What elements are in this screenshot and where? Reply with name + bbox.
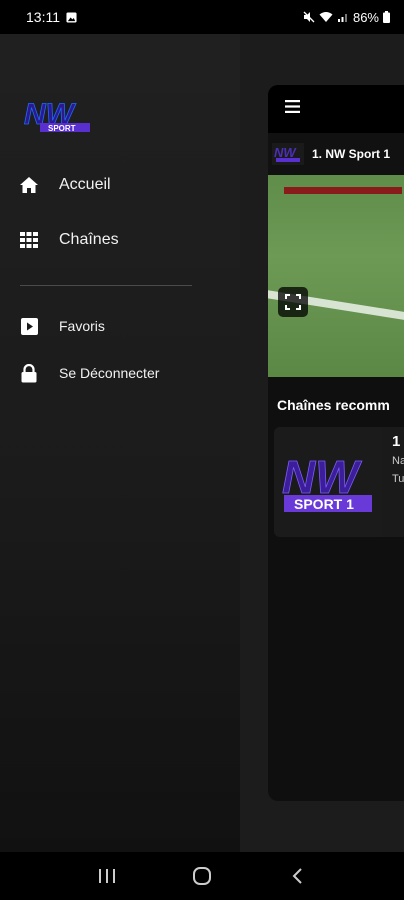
home-circle-icon	[192, 867, 211, 885]
channel-card-thumbnail: NW SPORT 1	[274, 427, 382, 537]
navigation-drawer: NW SPORT Accueil Chaînes Favoris Se Déco…	[0, 34, 240, 852]
back-chevron-icon	[292, 868, 302, 884]
channel-card-number: 1	[392, 433, 401, 450]
card-logo-sub: SPORT 1	[294, 496, 354, 512]
svg-text:NW: NW	[274, 145, 297, 160]
recent-apps-icon	[99, 869, 116, 883]
home-icon	[18, 174, 40, 196]
signal-icon	[337, 14, 347, 22]
app-header	[268, 85, 404, 133]
drawer-divider	[20, 285, 192, 286]
menu-item-label: Chaînes	[59, 231, 119, 248]
lock-icon	[18, 362, 40, 384]
logo-sub: SPORT	[48, 124, 76, 133]
battery-percent: 86%	[352, 9, 379, 25]
menu-item-accueil[interactable]: Accueil	[18, 174, 111, 196]
play-square-icon	[18, 315, 40, 337]
nw-sport-1-logo: NW SPORT 1	[282, 451, 372, 512]
nw-sport-logo: NW SPORT	[24, 100, 90, 133]
grid-icon	[18, 229, 40, 251]
channel-card-line1: Na	[392, 455, 404, 467]
menu-item-favoris[interactable]: Favoris	[18, 315, 105, 337]
wifi-icon	[319, 12, 333, 22]
back-button[interactable]	[277, 856, 317, 896]
hamburger-menu-icon[interactable]	[285, 100, 300, 118]
fullscreen-button[interactable]	[278, 287, 308, 317]
mute-icon	[303, 11, 315, 23]
recent-apps-button[interactable]	[87, 856, 127, 896]
status-time: 13:11	[26, 9, 60, 25]
current-channel-bar: NW 1. NW Sport 1	[268, 133, 404, 175]
menu-item-label: Favoris	[59, 318, 105, 334]
channel-logo: NW	[272, 143, 304, 165]
menu-item-se-deconnecter[interactable]: Se Déconnecter	[18, 362, 159, 384]
status-bar: 13:11 86%	[0, 0, 404, 34]
recommended-section-title: Chaînes recomm	[277, 397, 390, 413]
system-navigation-bar	[0, 852, 404, 900]
channel-card[interactable]: NW SPORT 1 1 Na Tu	[274, 427, 404, 537]
menu-item-label: Se Déconnecter	[59, 365, 160, 381]
menu-item-chaines[interactable]: Chaînes	[18, 229, 119, 251]
home-button[interactable]	[182, 856, 222, 896]
scoreboard-overlay	[284, 187, 402, 194]
gallery-notification-icon	[66, 11, 77, 23]
video-player[interactable]	[268, 175, 404, 377]
menu-item-label: Accueil	[59, 176, 111, 193]
fullscreen-icon	[285, 294, 301, 310]
main-content-panel: NW 1. NW Sport 1 Chaînes recomm NW SPORT…	[268, 85, 404, 801]
battery-icon	[383, 11, 390, 23]
current-channel-title: 1. NW Sport 1	[312, 147, 391, 161]
channel-card-line2: Tu	[392, 473, 404, 485]
